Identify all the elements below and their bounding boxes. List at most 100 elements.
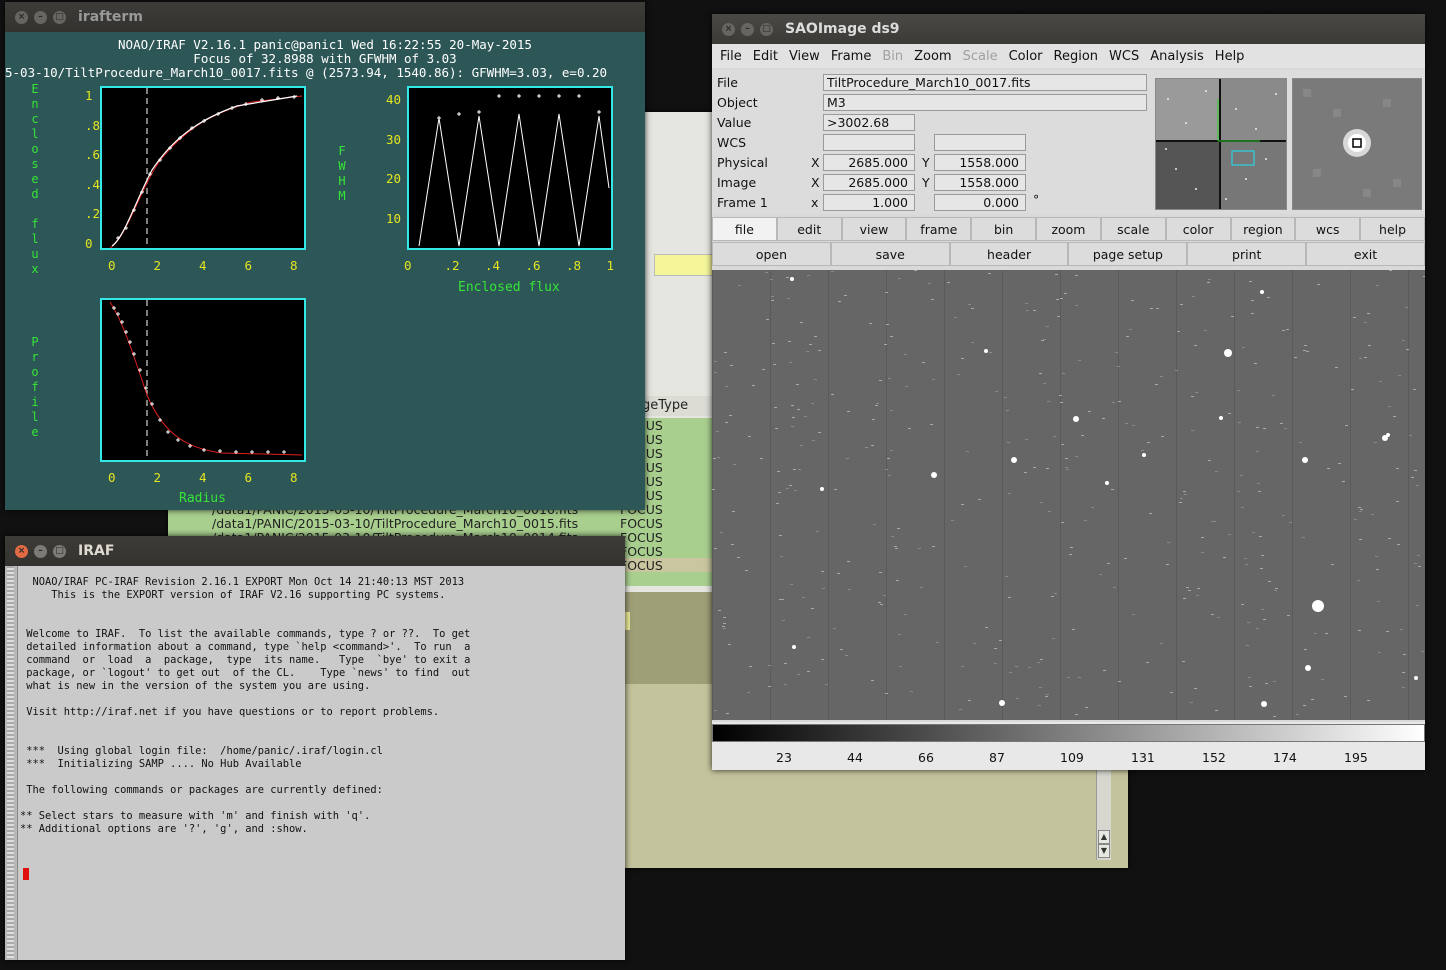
minimize-icon[interactable]: – xyxy=(34,544,47,558)
maximize-icon[interactable]: □ xyxy=(53,10,66,24)
wcs-field-2 xyxy=(934,134,1026,151)
button-help[interactable]: help xyxy=(1360,217,1425,241)
label-physical: Physical xyxy=(717,155,768,170)
tick-label: .4 xyxy=(485,258,501,273)
menu-wcs[interactable]: WCS xyxy=(1109,49,1139,64)
tick-label: 2 xyxy=(153,470,162,485)
profile-curve xyxy=(109,300,303,460)
tick-label: .6 xyxy=(525,258,541,273)
enclosed-flux-plot xyxy=(100,86,306,250)
button-file[interactable]: file xyxy=(712,217,777,241)
button-header[interactable]: header xyxy=(949,242,1069,266)
fwhm-axis-label: FWHM xyxy=(338,144,346,203)
close-icon[interactable]: × xyxy=(15,10,28,24)
minimize-icon[interactable]: – xyxy=(741,22,754,36)
button-edit[interactable]: edit xyxy=(776,217,842,241)
button-print[interactable]: print xyxy=(1187,242,1307,266)
close-icon[interactable]: × xyxy=(722,22,735,36)
enclosed-flux-xlabel: Enclosed flux xyxy=(458,280,560,295)
menu-scale[interactable]: Scale xyxy=(963,49,998,64)
image-display[interactable] xyxy=(712,270,1425,720)
menu-frame[interactable]: Frame xyxy=(831,49,872,64)
button-save[interactable]: save xyxy=(830,242,950,266)
fwhm-plot xyxy=(407,86,613,250)
button-page-setup[interactable]: page setup xyxy=(1068,242,1188,266)
irafterm-window: × – □ irafterm NOAO/IRAF V2.16.1 panic@p… xyxy=(5,2,645,510)
zoom-axis: x xyxy=(811,195,819,210)
label-file: File xyxy=(717,75,738,90)
star-field-image xyxy=(712,270,1425,720)
button-bin[interactable]: bin xyxy=(971,217,1037,241)
colorbar-tick: 44 xyxy=(847,750,863,765)
maximize-icon[interactable]: □ xyxy=(760,22,773,36)
menu-view[interactable]: View xyxy=(789,49,820,64)
panner-thumbnail[interactable] xyxy=(1155,78,1287,210)
menu-help[interactable]: Help xyxy=(1215,49,1245,64)
irafterm-canvas: NOAO/IRAF V2.16.1 panic@panic1 Wed 16:22… xyxy=(5,32,645,510)
colorbar-tick: 109 xyxy=(1060,750,1084,765)
label-value: Value xyxy=(717,115,752,130)
colorbar-gradient xyxy=(712,724,1425,742)
scroll-up-arrow-icon[interactable]: ▲ xyxy=(1098,830,1110,844)
menu-analysis[interactable]: Analysis xyxy=(1150,49,1204,64)
colorbar: 23 44 66 87 109 131 152 174 195 xyxy=(712,722,1425,770)
menu-bin[interactable]: Bin xyxy=(882,49,903,64)
table-row[interactable]: /data1/PANIC/2015-03-10/TiltProcedure_Ma… xyxy=(168,516,712,531)
row-type: FOCUS xyxy=(620,544,663,559)
button-region[interactable]: region xyxy=(1230,217,1296,241)
menu-file[interactable]: File xyxy=(720,49,742,64)
tick-label: .4 xyxy=(85,176,101,192)
wcs-field-1 xyxy=(823,134,915,151)
scroll-thumb[interactable] xyxy=(7,566,14,958)
button-zoom[interactable]: zoom xyxy=(1036,217,1101,241)
button-frame[interactable]: frame xyxy=(906,217,972,241)
tick-label: 8 xyxy=(290,258,298,273)
tick-label: 8 xyxy=(290,470,298,485)
button-wcs[interactable]: wcs xyxy=(1295,217,1361,241)
tick-label: 4 xyxy=(199,470,207,485)
zoom-field: 1.000 xyxy=(823,194,915,211)
row-type: FOCUS xyxy=(620,530,663,545)
ds9-window: × – □ SAOImage ds9 File Edit View Frame Bin Z… xyxy=(712,14,1425,770)
menu-region[interactable]: Region xyxy=(1054,49,1099,64)
fwhm-curve xyxy=(418,94,610,247)
button-color[interactable]: color xyxy=(1165,217,1231,241)
value-field: >3002.68 xyxy=(823,114,915,131)
tick-label: 0 xyxy=(108,470,116,485)
scroll-down-arrow-icon[interactable]: ▼ xyxy=(1098,844,1110,858)
menu-edit[interactable]: Edit xyxy=(753,49,778,64)
colorbar-tick: 174 xyxy=(1273,750,1297,765)
button-view[interactable]: view xyxy=(841,217,907,241)
minimize-icon[interactable]: – xyxy=(34,10,47,24)
button-scale[interactable]: scale xyxy=(1100,217,1166,241)
menu-color[interactable]: Color xyxy=(1009,49,1043,64)
column-header-imagetype[interactable]: geType xyxy=(638,396,718,416)
tick-label: 6 xyxy=(244,258,253,273)
irafterm-titlebar[interactable]: × – □ irafterm xyxy=(5,2,645,32)
window-title: irafterm xyxy=(78,9,143,25)
maximize-icon[interactable]: □ xyxy=(53,544,66,558)
button-open[interactable]: open xyxy=(712,242,831,266)
text-cursor xyxy=(23,868,29,880)
tick-label: 40 xyxy=(386,92,402,107)
tick-label: 20 xyxy=(386,171,402,186)
label-image: Image xyxy=(717,175,757,190)
tick-label: .8 xyxy=(85,117,101,133)
browser-input-field[interactable] xyxy=(654,254,716,276)
label-frame: Frame 1 xyxy=(717,195,768,210)
plot-header-line: Focus of 32.8988 with GFWHM of 3.03 xyxy=(193,51,457,66)
enclosed-flux-axis-label: Enclosed flux xyxy=(31,82,39,276)
tick-label: 1 xyxy=(85,88,93,103)
terminal-scrollbar[interactable] xyxy=(5,566,18,960)
close-icon[interactable]: × xyxy=(15,544,28,558)
button-exit[interactable]: exit xyxy=(1306,242,1425,266)
menu-zoom[interactable]: Zoom xyxy=(914,49,951,64)
tick-label: 1 xyxy=(606,258,615,273)
ds9-titlebar[interactable]: × – □ SAOImage ds9 xyxy=(712,14,1425,44)
tick-label: 30 xyxy=(386,131,402,147)
tick-label: 4 xyxy=(199,258,207,273)
button-bar-main: file edit view frame bin zoom scale color region… xyxy=(712,217,1425,241)
colorbar-tick: 152 xyxy=(1202,750,1226,765)
terminal-area[interactable]: NOAO/IRAF PC-IRAF Revision 2.16.1 EXPORT… xyxy=(5,566,625,960)
iraf-titlebar[interactable]: × – □ IRAF xyxy=(5,536,625,566)
